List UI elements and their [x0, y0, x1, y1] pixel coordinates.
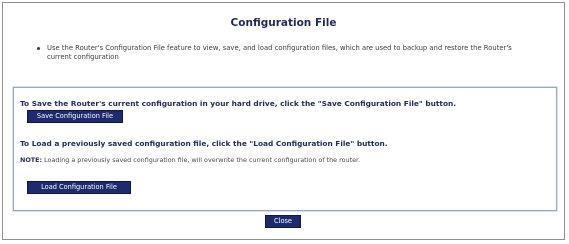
configuration-file-dialog: Configuration File Use the Router's Conf… [2, 2, 565, 240]
save-instruction: To Save the Router's current configurati… [20, 99, 457, 108]
bullet-icon [37, 47, 40, 50]
configuration-panel: To Save the Router's current configurati… [13, 87, 557, 211]
load-instruction: To Load a previously saved configuration… [20, 139, 388, 148]
description-list-item: Use the Router's Configuration File feat… [37, 44, 517, 62]
load-note: NOTE: Loading a previously saved configu… [20, 156, 360, 164]
close-button[interactable]: Close [265, 215, 301, 228]
save-configuration-file-button[interactable]: Save Configuration File [27, 110, 123, 123]
description-text: Use the Router's Configuration File feat… [47, 44, 512, 61]
page-title: Configuration File [230, 17, 337, 29]
note-text: Loading a previously saved configuration… [42, 156, 361, 164]
load-configuration-file-button[interactable]: Load Configuration File [27, 181, 131, 194]
note-label: NOTE: [20, 156, 43, 164]
